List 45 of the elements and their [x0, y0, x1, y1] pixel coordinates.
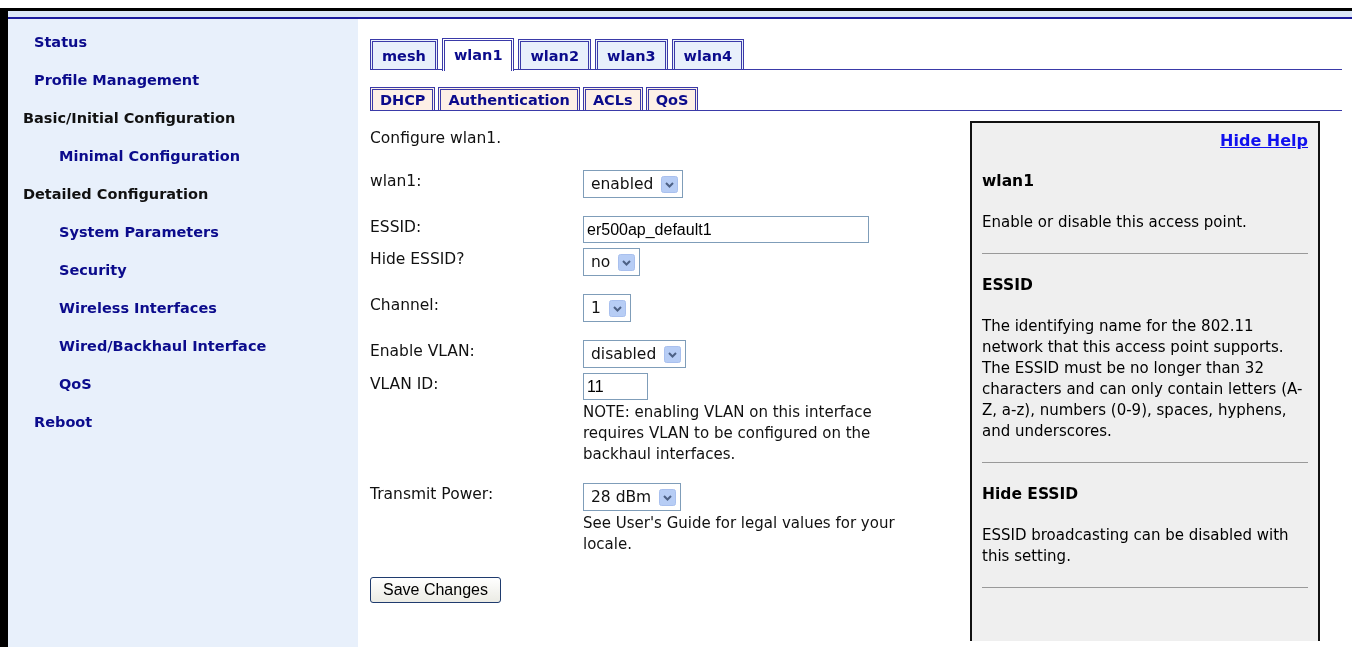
dropdown[interactable]: 28 dBm	[583, 483, 682, 511]
input-field[interactable]: 11	[583, 373, 648, 400]
field-label: Transmit Power:	[370, 484, 495, 505]
sidebar-heading: Detailed Configuration	[22, 185, 209, 204]
dropdown[interactable]: disabled	[583, 340, 687, 368]
field-note: See User's Guide for legal values for your locale.	[583, 513, 896, 555]
settings-tab[interactable]: ACLs	[582, 87, 643, 110]
field-label: ESSID:	[370, 217, 423, 238]
help-text: The identifying name for the 802.11 network that this access point supports. The ESSID must be no longer than 32 characters and can only contain letters (A-Z, a-z), numbers (0-9), spaces, hyphens, and underscores.	[982, 316, 1304, 442]
settings-tab[interactable]: DHCP	[370, 87, 436, 110]
settings-tab[interactable]: QoS	[645, 87, 699, 110]
save-button[interactable]: Save Changes	[370, 577, 501, 603]
settings-tab[interactable]: Authentication	[438, 87, 580, 110]
sidebar-link[interactable]: Status	[8, 32, 88, 52]
hide-help-link[interactable]: Hide Help	[1220, 131, 1308, 150]
interface-tab[interactable]: wlan3	[595, 39, 668, 69]
interface-tab[interactable]: mesh	[370, 39, 438, 69]
field-note: NOTE: enabling VLAN on this interface requires VLAN to be configured on the backhaul interfaces.	[583, 402, 873, 465]
sidebar-link[interactable]: Minimal Configuration	[8, 146, 241, 166]
help-text: Enable or disable this access point.	[982, 212, 1248, 233]
sidebar-link[interactable]: Wired/Backhaul Interface	[8, 336, 267, 356]
sidebar-link[interactable]: System Parameters	[8, 222, 219, 242]
field-label: Channel:	[370, 295, 440, 316]
sidebar-link[interactable]: Wireless Interfaces	[8, 298, 217, 318]
input-field[interactable]: er500ap_default1	[583, 216, 869, 243]
sidebar-link[interactable]: Security	[8, 260, 127, 280]
interface-tab[interactable]: wlan1	[441, 37, 515, 71]
intro-text: Configure wlan1.	[370, 129, 503, 147]
sidebar-link[interactable]: Reboot	[8, 412, 93, 432]
help-title: ESSID	[982, 276, 1034, 294]
field-label: VLAN ID:	[370, 374, 440, 395]
sidebar-link[interactable]: QoS	[8, 374, 92, 394]
help-title: wlan1	[982, 172, 1035, 190]
field-label: Enable VLAN:	[370, 341, 476, 362]
dropdown[interactable]: no	[583, 248, 641, 276]
interface-tab[interactable]: wlan4	[671, 39, 745, 69]
help-text: ESSID broadcasting can be disabled with this setting.	[982, 525, 1290, 567]
field-label: Hide ESSID?	[370, 249, 466, 270]
dropdown[interactable]: enabled	[583, 170, 684, 198]
field-label: wlan1:	[370, 171, 423, 192]
sidebar-link[interactable]: Profile Management	[8, 70, 200, 90]
dropdown[interactable]: 1	[583, 294, 631, 322]
sidebar-heading: Basic/Initial Configuration	[22, 109, 236, 128]
interface-tab[interactable]: wlan2	[518, 39, 592, 69]
help-title: Hide ESSID	[982, 485, 1080, 503]
